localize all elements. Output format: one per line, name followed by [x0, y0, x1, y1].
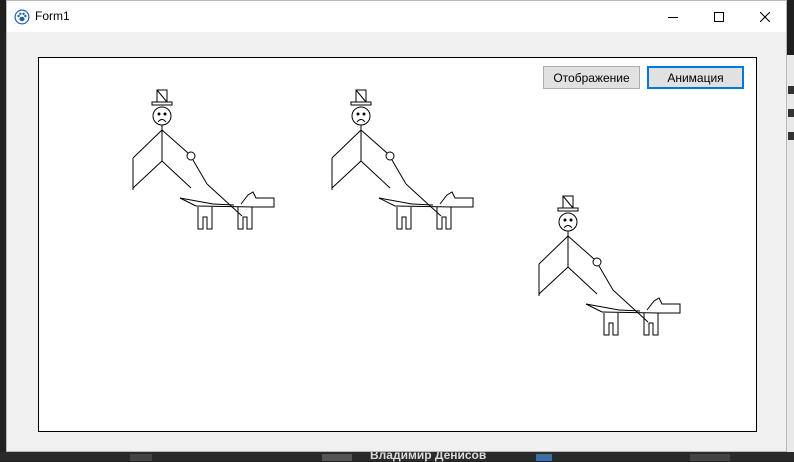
man-with-dog-figure-2 [331, 89, 474, 230]
man-with-dog-figure-3 [538, 195, 681, 336]
animation-button[interactable]: Анимация [647, 66, 744, 89]
form-window: Form1 Отображение Анимация [6, 0, 787, 452]
man-with-dog-figure-1 [132, 89, 275, 230]
background-window-edge [787, 0, 794, 461]
display-button[interactable]: Отображение [543, 66, 640, 89]
background-taskbar: Владимир Денисов [0, 448, 794, 462]
